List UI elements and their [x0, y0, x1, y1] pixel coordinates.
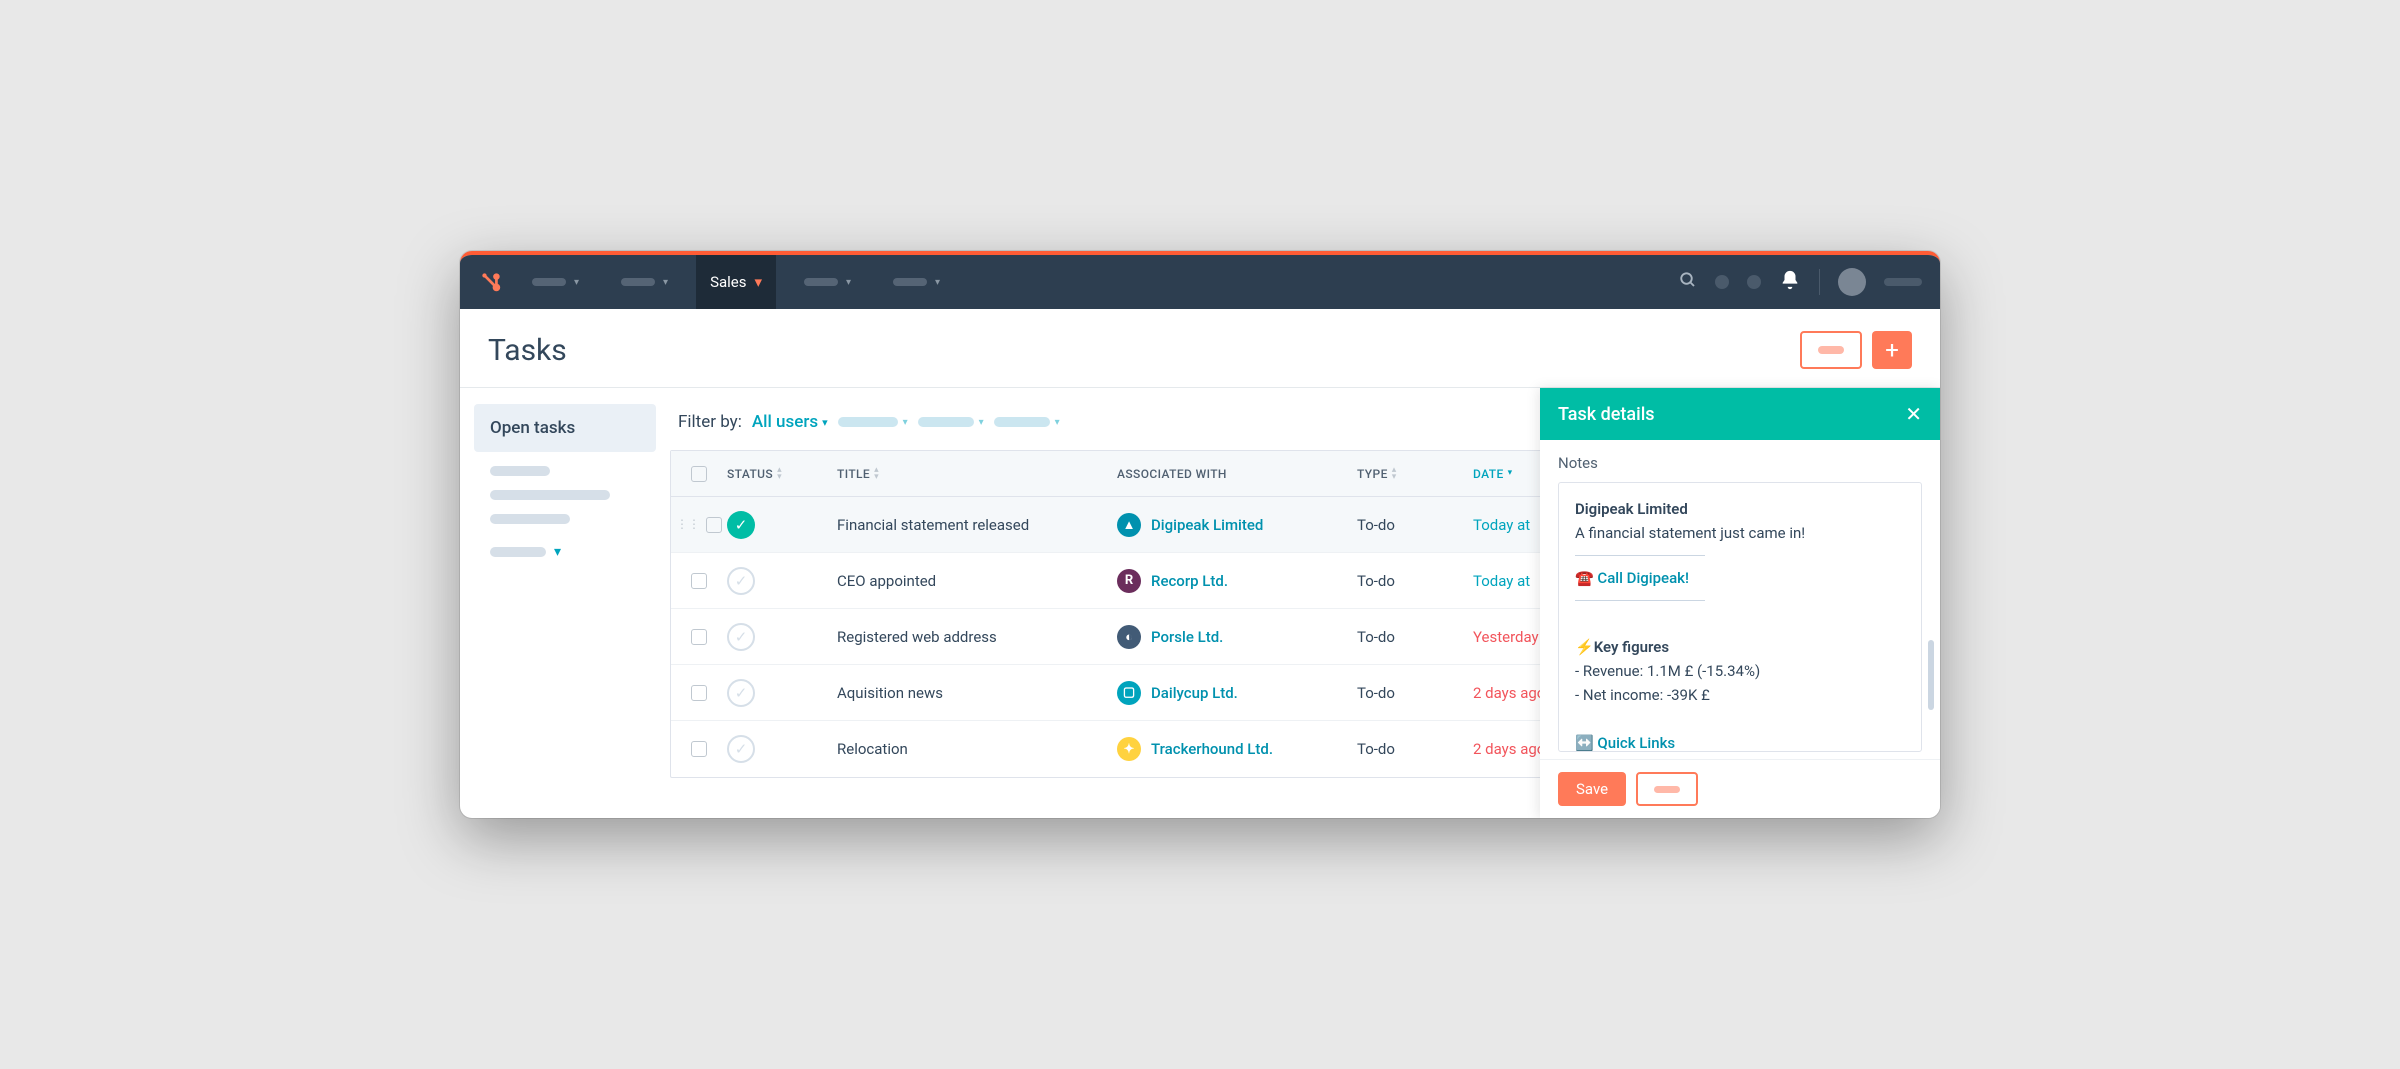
- filter-chip-1[interactable]: ▾: [838, 417, 908, 428]
- sidebar-collapse-toggle[interactable]: ▾: [474, 538, 656, 566]
- task-title: CEO appointed: [837, 572, 1117, 590]
- company-icon: ◐: [1117, 625, 1141, 649]
- row-checkbox[interactable]: [706, 517, 722, 533]
- sidebar-item-open-tasks[interactable]: Open tasks: [474, 404, 656, 452]
- kf-net-income: - Net income: -39K £: [1575, 686, 1710, 704]
- lightning-icon: ⚡: [1575, 638, 1594, 656]
- status-toggle[interactable]: ✓: [727, 511, 755, 539]
- chevron-down-icon: ▾: [554, 544, 561, 560]
- chevron-down-icon: ▾: [754, 273, 762, 291]
- task-type: To-do: [1357, 740, 1467, 758]
- associated-company-link[interactable]: ▢Dailycup Ltd.: [1117, 681, 1357, 705]
- panel-header: Task details ✕: [1540, 388, 1940, 440]
- divider: [1819, 269, 1820, 295]
- company-icon: ▢: [1117, 681, 1141, 705]
- content-area: Open tasks ▾ Filter by: All users ▾ ▾ ▾ …: [460, 388, 1940, 818]
- notes-label: Notes: [1558, 454, 1922, 472]
- task-title: Registered web address: [837, 628, 1117, 646]
- quick-links[interactable]: Quick Links: [1597, 734, 1675, 752]
- sidebar-placeholder[interactable]: [490, 466, 550, 476]
- sidebar-item-label: Open tasks: [490, 418, 575, 438]
- add-task-button[interactable]: +: [1872, 331, 1912, 369]
- app-window: ▾ ▾ Sales ▾ ▾ ▾ Tasks +: [460, 251, 1940, 818]
- user-avatar[interactable]: [1838, 268, 1866, 296]
- notification-bell-icon[interactable]: [1779, 269, 1801, 296]
- cancel-button[interactable]: [1636, 772, 1698, 806]
- phone-icon: ☎️: [1575, 569, 1594, 587]
- filter-label: Filter by:: [678, 412, 742, 432]
- page-title: Tasks: [488, 333, 567, 368]
- associated-company-link[interactable]: RRecorp Ltd.: [1117, 569, 1357, 593]
- company-icon: ▲: [1117, 513, 1141, 537]
- caret-down-icon: ▾: [822, 416, 828, 429]
- status-toggle[interactable]: ✓: [727, 735, 755, 763]
- filter-chip-2[interactable]: ▾: [918, 417, 984, 428]
- task-title: Relocation: [837, 740, 1117, 758]
- company-icon: ✦: [1117, 737, 1141, 761]
- associated-company-link[interactable]: ◐Porsle Ltd.: [1117, 625, 1357, 649]
- notes-line1: A financial statement just came in!: [1575, 524, 1805, 542]
- status-toggle[interactable]: ✓: [727, 623, 755, 651]
- nav-item-sales[interactable]: Sales ▾: [696, 255, 776, 309]
- task-type: To-do: [1357, 684, 1467, 702]
- row-checkbox[interactable]: [691, 629, 707, 645]
- hubspot-logo-icon[interactable]: [478, 269, 504, 295]
- panel-title: Task details: [1558, 404, 1655, 425]
- nav-item-2[interactable]: ▾: [607, 255, 682, 309]
- task-title: Financial statement released: [837, 516, 1117, 534]
- close-icon[interactable]: ✕: [1905, 402, 1922, 426]
- kf-revenue: - Revenue: 1.1M £ (-15.34%): [1575, 662, 1760, 680]
- page-header: Tasks +: [460, 309, 1940, 388]
- task-type: To-do: [1357, 628, 1467, 646]
- task-title: Aquisition news: [837, 684, 1117, 702]
- sidebar-placeholder[interactable]: [490, 514, 570, 524]
- scrollbar[interactable]: [1928, 640, 1934, 710]
- col-header-type[interactable]: TYPE▴▾: [1357, 467, 1467, 481]
- nav-dot-2[interactable]: [1747, 275, 1761, 289]
- notes-company: Digipeak Limited: [1575, 500, 1688, 518]
- nav-label: Sales: [710, 273, 746, 291]
- filter-chip-3[interactable]: ▾: [994, 417, 1060, 428]
- task-details-panel: Task details ✕ Notes Digipeak Limited A …: [1540, 388, 1940, 818]
- panel-footer: Save: [1540, 759, 1940, 818]
- row-checkbox[interactable]: [691, 685, 707, 701]
- nav-item-5[interactable]: ▾: [879, 255, 954, 309]
- sidebar: Open tasks ▾: [460, 388, 670, 818]
- account-menu[interactable]: [1884, 278, 1922, 286]
- task-type: To-do: [1357, 516, 1467, 534]
- nav-dot-1[interactable]: [1715, 275, 1729, 289]
- sidebar-placeholder[interactable]: [490, 490, 610, 500]
- company-icon: R: [1117, 569, 1141, 593]
- task-type: To-do: [1357, 572, 1467, 590]
- key-figures-title: Key figures: [1594, 638, 1669, 656]
- associated-company-link[interactable]: ✦Trackerhound Ltd.: [1117, 737, 1357, 761]
- drag-handle-icon[interactable]: ⋮⋮: [676, 517, 700, 533]
- search-icon[interactable]: [1679, 271, 1697, 294]
- notes-content[interactable]: Digipeak Limited A financial statement j…: [1558, 482, 1922, 752]
- col-header-title[interactable]: TITLE▴▾: [837, 467, 1117, 481]
- nav-item-4[interactable]: ▾: [790, 255, 865, 309]
- save-button[interactable]: Save: [1558, 772, 1626, 806]
- row-checkbox[interactable]: [691, 741, 707, 757]
- call-link[interactable]: Call Digipeak!: [1597, 569, 1689, 587]
- select-all-checkbox[interactable]: [691, 466, 707, 482]
- nav-item-1[interactable]: ▾: [518, 255, 593, 309]
- status-toggle[interactable]: ✓: [727, 567, 755, 595]
- col-header-status[interactable]: STATUS▴▾: [727, 467, 837, 481]
- col-header-assoc[interactable]: ASSOCIATED WITH: [1117, 467, 1357, 481]
- row-checkbox[interactable]: [691, 573, 707, 589]
- top-nav: ▾ ▾ Sales ▾ ▾ ▾: [460, 255, 1940, 309]
- status-toggle[interactable]: ✓: [727, 679, 755, 707]
- arrows-icon: ↔️: [1575, 734, 1594, 752]
- header-secondary-button[interactable]: [1800, 331, 1862, 369]
- filter-all-users[interactable]: All users ▾: [752, 412, 828, 432]
- associated-company-link[interactable]: ▲Digipeak Limited: [1117, 513, 1357, 537]
